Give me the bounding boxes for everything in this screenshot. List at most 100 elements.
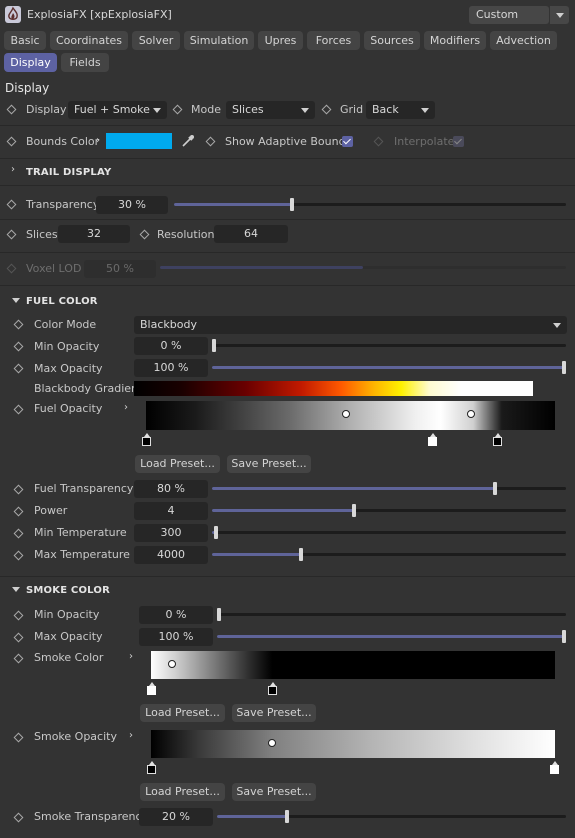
tab-coordinates[interactable]: Coordinates [50,31,128,50]
gradient-knot[interactable] [268,739,276,747]
grid-dropdown[interactable]: Back [366,101,435,119]
gradient-stop-marker[interactable] [142,433,151,446]
min-temperature-slider-handle[interactable] [213,526,218,539]
smoke-min-opacity-slider-handle[interactable] [217,608,221,621]
max-temperature-field[interactable]: 4000 [134,546,208,564]
gradient-stop-marker[interactable] [268,682,277,695]
keyframe-diamond-icon[interactable] [13,732,24,743]
fuel-max-opacity-slider[interactable] [212,361,566,374]
keyframe-diamond-icon[interactable] [13,404,24,415]
tab-forces[interactable]: Forces [307,31,360,50]
smoke-transparency-field[interactable]: 20 % [139,808,213,826]
fuel-min-opacity-slider-handle[interactable] [212,339,216,352]
smoke-opacity-gradient[interactable] [151,730,555,758]
chevron-right-icon[interactable]: › [11,164,15,175]
tab-modifiers[interactable]: Modifiers [424,31,486,50]
display-mode-dropdown[interactable]: Fuel + Smoke [68,101,167,119]
keyframe-diamond-icon[interactable] [205,136,216,147]
bounds-color-swatch[interactable] [106,133,172,149]
max-temperature-slider[interactable] [212,548,566,561]
tab-basic[interactable]: Basic [4,31,46,50]
fuel-transparency-slider-handle[interactable] [493,482,498,495]
chevron-right-icon[interactable]: › [124,402,128,413]
fuel-min-opacity-field[interactable]: 0 % [134,337,208,355]
transparency-field[interactable]: 30 % [96,196,168,214]
slices-field[interactable]: 32 [58,225,130,243]
keyframe-diamond-icon[interactable] [139,229,150,240]
show-adaptive-bounds-checkbox[interactable] [342,136,353,147]
fuel-transparency-field[interactable]: 80 % [134,480,208,498]
preset-menu-button[interactable] [549,6,569,24]
tab-display[interactable]: Display [4,53,57,72]
smoke-color-gradient[interactable] [151,651,555,679]
smoke-max-opacity-field[interactable]: 100 % [139,628,213,646]
keyframe-diamond-icon[interactable] [13,506,24,517]
smoke-opacity-load-preset-button[interactable]: Load Preset... [140,783,225,801]
keyframe-diamond-icon[interactable] [6,229,17,240]
trail-display-section[interactable]: TRAIL DISPLAY [26,167,111,178]
keyframe-diamond-icon[interactable] [13,319,24,330]
tab-fields[interactable]: Fields [61,53,109,72]
keyframe-diamond-icon[interactable] [321,104,332,115]
gradient-knot[interactable] [467,410,475,418]
keyframe-diamond-icon[interactable] [13,484,24,495]
fuel-max-opacity-field[interactable]: 100 % [134,359,208,377]
fuel-color-section[interactable]: FUEL COLOR [26,296,98,307]
gradient-stop-marker[interactable] [493,433,502,446]
smoke-max-opacity-slider[interactable] [217,630,566,643]
fuel-save-preset-button[interactable]: Save Preset... [227,455,311,473]
gradient-stop-marker[interactable] [550,761,559,774]
transparency-slider[interactable] [174,198,566,211]
fuel-min-opacity-slider[interactable] [212,339,566,352]
tab-solver[interactable]: Solver [132,31,180,50]
keyframe-diamond-icon[interactable] [13,341,24,352]
keyframe-diamond-icon[interactable] [6,136,17,147]
transparency-slider-handle[interactable] [289,198,294,211]
keyframe-diamond-icon[interactable] [13,363,24,374]
keyframe-diamond-icon[interactable] [13,632,24,643]
power-slider[interactable] [212,504,566,517]
min-temperature-field[interactable]: 300 [134,524,208,542]
fuel-max-opacity-slider-handle[interactable] [562,361,566,374]
tab-sources[interactable]: Sources [364,31,420,50]
resolution-field[interactable]: 64 [214,225,288,243]
gradient-stop-marker[interactable] [428,433,437,446]
keyframe-diamond-icon[interactable] [6,199,17,210]
color-mode-dropdown[interactable]: Blackbody [134,316,567,334]
gradient-knot[interactable] [342,410,350,418]
gradient-stop-marker[interactable] [147,761,156,774]
max-temperature-slider-handle[interactable] [298,548,303,561]
smoke-min-opacity-field[interactable]: 0 % [139,606,213,624]
chevron-down-icon[interactable] [12,587,20,592]
smoke-opacity-save-preset-button[interactable]: Save Preset... [232,783,316,801]
keyframe-diamond-icon[interactable] [6,104,17,115]
gradient-stop-marker[interactable] [147,682,156,695]
power-slider-handle[interactable] [351,504,356,517]
tab-advection[interactable]: Advection [490,31,557,50]
smoke-transparency-slider-handle[interactable] [284,810,289,823]
smoke-color-section[interactable]: SMOKE COLOR [26,585,110,596]
keyframe-diamond-icon[interactable] [13,812,24,823]
chevron-right-icon[interactable]: › [129,651,133,662]
min-temperature-slider[interactable] [212,526,566,539]
keyframe-diamond-icon[interactable] [373,136,384,147]
power-field[interactable]: 4 [134,502,208,520]
preset-dropdown[interactable]: Custom [469,6,549,24]
voxel-lod-field[interactable]: 50 % [84,260,156,278]
smoke-color-save-preset-button[interactable]: Save Preset... [232,704,316,722]
interpolate-checkbox[interactable] [453,136,464,147]
chevron-right-icon[interactable]: › [96,135,100,146]
smoke-transparency-slider[interactable] [217,810,566,823]
voxel-lod-slider[interactable] [160,266,566,269]
fuel-opacity-gradient[interactable] [146,401,555,430]
tab-upres[interactable]: Upres [258,31,303,50]
eyedropper-icon[interactable] [180,133,196,149]
tab-simulation[interactable]: Simulation [184,31,254,50]
keyframe-diamond-icon[interactable] [13,528,24,539]
smoke-min-opacity-slider[interactable] [217,608,566,621]
mode-dropdown[interactable]: Slices [226,101,315,119]
fuel-transparency-slider[interactable] [212,482,566,495]
keyframe-diamond-icon[interactable] [13,610,24,621]
chevron-right-icon[interactable]: › [129,730,133,741]
gradient-knot[interactable] [168,660,176,668]
